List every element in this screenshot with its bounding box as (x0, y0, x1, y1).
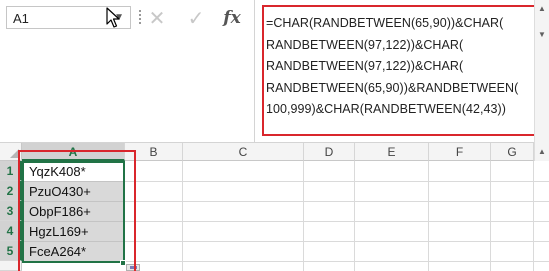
quick-analysis-icon[interactable] (126, 264, 140, 271)
scroll-up-icon[interactable]: ▲ (538, 4, 546, 13)
gridline (303, 161, 304, 271)
vertical-scrollbar[interactable]: ▲ (534, 143, 549, 161)
select-all-triangle-icon (10, 149, 19, 158)
row-header-6[interactable] (0, 261, 22, 271)
select-all-button[interactable] (0, 143, 22, 161)
formula-line: =CHAR(RANDBETWEEN(65,90))&CHAR( (266, 16, 504, 30)
gridline (428, 161, 429, 271)
column-header-f[interactable]: F (429, 143, 491, 161)
column-header-g[interactable]: G (491, 143, 534, 161)
mouse-pointer-icon (106, 7, 120, 28)
row-header-5[interactable]: 5 (0, 241, 22, 261)
row-header-1[interactable]: 1 (0, 161, 22, 181)
gridline (182, 161, 183, 271)
row-header-3[interactable]: 3 (0, 201, 22, 221)
formula-bar-area: A1 ▼ ✕ ✓ fx =CHAR(RANDBETWEEN(65,90))&CH… (0, 0, 549, 143)
cell-a3[interactable]: ObpF186+ (23, 202, 124, 222)
gridline (354, 161, 355, 271)
cell-a2[interactable]: PzuO430+ (23, 182, 124, 202)
cell-a1[interactable]: YqzK408* (23, 162, 124, 182)
check-icon[interactable]: ✓ (182, 6, 210, 30)
column-header-a[interactable]: A (22, 143, 125, 161)
row-header-4[interactable]: 4 (0, 221, 22, 241)
formula-text[interactable]: =CHAR(RANDBETWEEN(65,90))&CHAR( RANDBETWE… (266, 13, 528, 121)
cell-a5[interactable]: FceA264* (23, 242, 124, 262)
column-header-c[interactable]: C (183, 143, 304, 161)
worksheet-grid: A B C D E F G ▲ 1 2 3 4 5 YqzK408* PzuO4… (0, 143, 549, 271)
formula-line: 100,999)&CHAR(RANDBETWEEN(42,43)) (266, 102, 506, 116)
cell-a4[interactable]: HgzL169+ (23, 222, 124, 242)
close-icon[interactable]: ✕ (143, 6, 171, 30)
quick-analysis-glyph (130, 266, 137, 269)
formula-bar-grip[interactable] (139, 10, 141, 26)
formula-line: RANDBETWEEN(97,122))&CHAR( (266, 37, 464, 52)
formula-input[interactable]: =CHAR(RANDBETWEEN(65,90))&CHAR( RANDBETWE… (262, 5, 542, 136)
formula-line: RANDBETWEEN(97,122))&CHAR( (266, 59, 464, 73)
column-header-d[interactable]: D (304, 143, 355, 161)
row-header-2[interactable]: 2 (0, 181, 22, 201)
scroll-down-icon[interactable]: ▼ (538, 30, 546, 39)
gridline (533, 161, 534, 271)
function-icon[interactable]: fx (218, 6, 246, 30)
name-box-value[interactable]: A1 (13, 11, 29, 26)
formula-bar-divider (254, 0, 255, 143)
gridline (490, 161, 491, 271)
scroll-up-icon[interactable]: ▲ (538, 147, 546, 156)
formula-bar-scrollbar[interactable]: ▲ ▼ (534, 0, 549, 143)
column-header-b[interactable]: B (125, 143, 183, 161)
column-header-e[interactable]: E (355, 143, 429, 161)
formula-line: RANDBETWEEN(65,90))&RANDBETWEEN( (266, 80, 519, 95)
